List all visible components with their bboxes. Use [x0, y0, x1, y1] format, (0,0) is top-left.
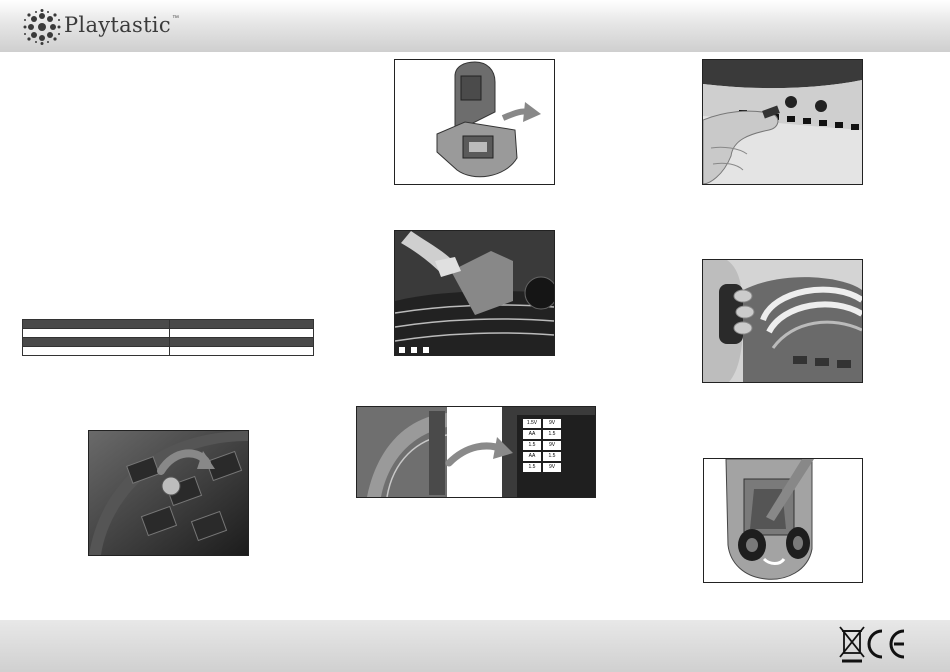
battery-row: 1.5 9V [523, 441, 565, 450]
logo-flower-icon [23, 9, 61, 45]
page-header: Playtastic ™ [0, 0, 950, 52]
battery-row: AA 1.5 [523, 452, 565, 461]
battery-label-panel: 1.5V 9V AA 1.5 1.5 9V AA 1.5 1.5 9V [523, 419, 565, 472]
battery-label: 1.5V [523, 419, 541, 428]
controller-plug-photo [702, 59, 863, 185]
battery-cover-photo [394, 59, 555, 185]
battery-label: 1.5 [543, 452, 561, 461]
table-row [22, 346, 314, 356]
battery-compartment-photo: 1.5V 9V AA 1.5 1.5 9V AA 1.5 1.5 9V [356, 406, 596, 498]
battery-row: 1.5 9V [523, 463, 565, 472]
battery-label: 9V [543, 419, 561, 428]
weee-bin-icon [839, 626, 865, 663]
table-row [22, 328, 314, 338]
battery-label: 9V [543, 441, 561, 450]
page-footer [0, 620, 950, 672]
brand-name: Playtastic [64, 13, 171, 37]
wheel-tire-photo [88, 430, 249, 556]
battery-label: 9V [543, 463, 561, 472]
ce-mark-icon [867, 629, 905, 659]
battery-label: 1.5 [523, 463, 541, 472]
track-connection-photo [394, 230, 555, 356]
battery-label: AA [523, 452, 541, 461]
battery-label: AA [523, 430, 541, 439]
brand-logo: Playtastic ™ [22, 9, 222, 45]
car-underside-photo [703, 458, 863, 583]
table-row [22, 337, 314, 347]
table-row [22, 319, 314, 329]
battery-label: 1.5 [523, 441, 541, 450]
battery-row: 1.5V 9V [523, 419, 565, 428]
compliance-marks [838, 625, 908, 665]
battery-row: AA 1.5 [523, 430, 565, 439]
battery-label: 1.5 [543, 430, 561, 439]
trademark-symbol: ™ [172, 15, 179, 22]
hand-controller-photo [702, 259, 863, 383]
spec-table [22, 319, 314, 356]
